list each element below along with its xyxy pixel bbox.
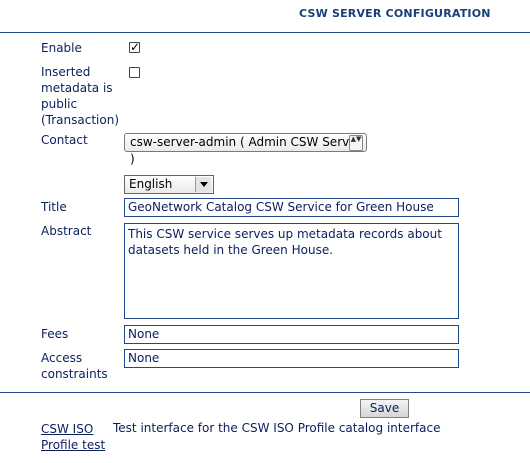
contact-label: Contact (41, 133, 88, 147)
save-button[interactable]: Save (360, 399, 409, 418)
fees-input[interactable]: None (124, 325, 459, 344)
access-constraints-input[interactable]: None (124, 349, 459, 368)
enable-checkbox[interactable]: ✓ (129, 40, 141, 54)
top-divider (0, 32, 530, 33)
csw-iso-profile-test-description: Test interface for the CSW ISO Profile c… (113, 421, 441, 435)
access-constraints-label: Access constraints (41, 351, 108, 381)
checkmark-icon: ✓ (130, 40, 141, 54)
dropdown-arrow-icon (195, 177, 211, 192)
csw-config-page: CSW SERVER CONFIGURATION Enable ✓ Insert… (0, 0, 530, 463)
select-caret-icon: ▲▼ (349, 135, 363, 151)
csw-iso-profile-test-link[interactable]: CSW ISO Profile test (41, 421, 105, 453)
abstract-textarea[interactable]: This CSW service serves up metadata reco… (124, 223, 459, 319)
enable-label: Enable (41, 41, 82, 55)
inserted-metadata-public-checkbox[interactable] (129, 67, 140, 78)
title-input[interactable]: GeoNetwork Catalog CSW Service for Green… (124, 198, 459, 217)
bottom-divider (0, 392, 530, 393)
language-select[interactable]: English (124, 175, 214, 194)
language-selected-value: English (129, 177, 173, 191)
contact-selected-value: csw-server-admin ( Admin CSW Server ) (130, 135, 362, 166)
abstract-label: Abstract (41, 224, 92, 238)
inserted-metadata-public-label: Inserted metadata is public (Transaction… (41, 65, 120, 127)
page-title: CSW SERVER CONFIGURATION (299, 7, 491, 20)
fees-label: Fees (41, 327, 69, 341)
title-label: Title (41, 200, 67, 214)
contact-select[interactable]: csw-server-admin ( Admin CSW Server ) ▲▼ (124, 133, 367, 166)
